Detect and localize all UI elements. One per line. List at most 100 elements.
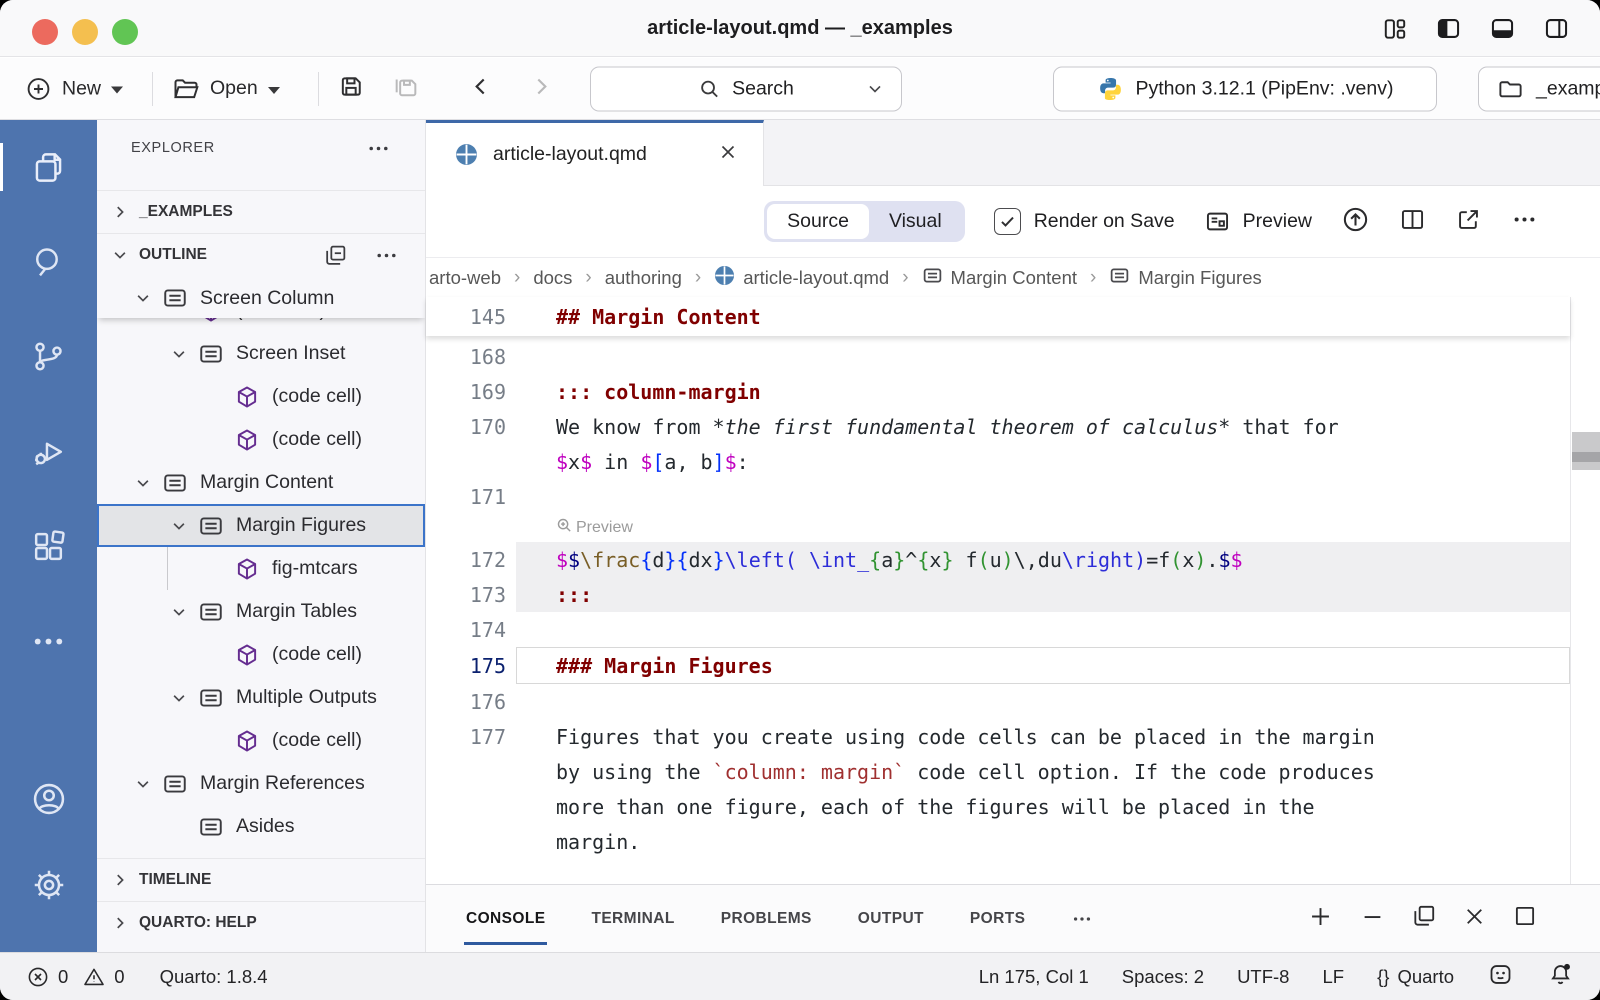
activity-extensions[interactable]	[0, 517, 97, 575]
language-mode-status[interactable]: {} Quarto	[1377, 966, 1454, 988]
tab-article-layout[interactable]: article-layout.qmd	[426, 120, 764, 186]
outline-item-margin-figures[interactable]: Margin Figures	[97, 504, 425, 547]
outline-item-fig-mtcars[interactable]: fig-mtcars	[97, 547, 425, 590]
notifications-button[interactable]	[1547, 961, 1574, 993]
code-line-170[interactable]: 170We know from *the first fundamental t…	[426, 409, 1570, 444]
panel-tab-console[interactable]: CONSOLE	[466, 885, 545, 952]
interpreter-label: Python 3.12.1 (PipEnv: .venv)	[1136, 77, 1394, 100]
more-actions-icon[interactable]	[374, 243, 399, 268]
panel-tab-problems[interactable]: PROBLEMS	[721, 885, 812, 952]
code-line-wrap[interactable]: $x$ in $[a, b]$:	[426, 444, 1570, 479]
code-editor[interactable]: 168169::: column-margin170We know from *…	[426, 339, 1570, 884]
chevron-right-icon	[111, 203, 129, 221]
code-line-wrap[interactable]: margin.	[426, 824, 1570, 859]
render-on-save-checkbox[interactable]	[994, 208, 1021, 235]
outline-item-multiple-outputs[interactable]: Multiple Outputs	[97, 676, 425, 719]
collapse-all-icon[interactable]	[323, 243, 348, 268]
sidebar-section-timeline[interactable]: TIMELINE	[97, 858, 425, 901]
mode-visual-button[interactable]: Visual	[869, 204, 962, 239]
code-line-174[interactable]: 174	[426, 612, 1570, 647]
activity-search[interactable]	[0, 232, 97, 290]
outline-item-margin-content[interactable]: Margin Content	[97, 461, 425, 504]
code-line-177[interactable]: 177Figures that you create using code ce…	[426, 719, 1570, 754]
sidebar-section-quarto-help[interactable]: QUARTO: HELP	[97, 901, 425, 944]
breadcrumb-item-margin-figures[interactable]: Margin Figures	[1109, 265, 1261, 291]
save-all-button[interactable]	[392, 72, 420, 105]
code-line-168[interactable]: 168	[426, 339, 1570, 374]
problems-status[interactable]: 0 0	[26, 965, 125, 989]
activity-account[interactable]	[0, 770, 97, 828]
eol-status[interactable]: LF	[1322, 966, 1344, 988]
code-line-175[interactable]: 175### Margin Figures	[426, 647, 1570, 684]
activity-run-debug[interactable]	[0, 422, 97, 480]
toggle-secondary-sidebar-icon[interactable]	[1543, 15, 1570, 42]
open-external-button[interactable]	[1455, 206, 1482, 238]
code-line-176[interactable]: 176	[426, 684, 1570, 719]
split-editor-button[interactable]	[1399, 206, 1426, 238]
workspace-button[interactable]: _examples	[1478, 66, 1600, 111]
outline-item-asides[interactable]: Asides	[97, 805, 425, 848]
mode-source-button[interactable]: Source	[767, 204, 869, 239]
code-line-wrap[interactable]: more than one figure, each of the figure…	[426, 789, 1570, 824]
save-button[interactable]	[337, 72, 365, 105]
breadcrumb-item-margin-content[interactable]: Margin Content	[922, 265, 1077, 291]
panel-close-button[interactable]	[1462, 904, 1487, 934]
new-button[interactable]: New	[25, 75, 123, 102]
cursor-position-status[interactable]: Ln 175, Col 1	[979, 966, 1089, 988]
customize-layout-icon[interactable]	[1382, 16, 1408, 42]
activity-source-control[interactable]	[0, 327, 97, 385]
encoding-status[interactable]: UTF-8	[1237, 966, 1289, 988]
panel-tab-output[interactable]: OUTPUT	[858, 885, 924, 952]
activity-settings[interactable]	[0, 856, 97, 914]
activity-more[interactable]	[0, 612, 97, 670]
feedback-button[interactable]	[1487, 961, 1514, 993]
panel-maximize-button[interactable]	[1512, 903, 1538, 934]
code-line-173[interactable]: 173:::	[426, 577, 1570, 612]
outline-item-screen-inset[interactable]: Screen Inset	[97, 332, 425, 375]
panel-tab-terminal[interactable]: TERMINAL	[591, 885, 674, 952]
open-button[interactable]: Open	[172, 75, 280, 103]
quarto-version-status[interactable]: Quarto: 1.8.4	[160, 966, 268, 988]
preview-code-lens[interactable]: Preview	[516, 514, 1570, 542]
sidebar-section-outline[interactable]: OUTLINE	[97, 233, 425, 276]
render-publish-button[interactable]	[1341, 205, 1370, 239]
indentation-status[interactable]: Spaces: 2	[1122, 966, 1204, 988]
preview-button[interactable]: Preview	[1204, 208, 1312, 235]
breadcrumb-item-authoring[interactable]: authoring	[605, 267, 682, 289]
breadcrumb-item-arto-web[interactable]: arto-web	[429, 267, 501, 289]
chevron-left-icon	[468, 73, 494, 99]
outline-item-margin-references[interactable]: Margin References	[97, 762, 425, 805]
sticky-code-line[interactable]: 145 ## Margin Content	[426, 297, 1570, 336]
outline-item-margin-tables[interactable]: Margin Tables	[97, 590, 425, 633]
scrollbar-thumb[interactable]	[1572, 432, 1600, 470]
code-line-171[interactable]: 171	[426, 479, 1570, 514]
outline-item--code-cell-[interactable]: (code cell)	[97, 633, 425, 676]
code-line-lens[interactable]: Preview	[426, 514, 1570, 542]
panel-more-tabs[interactable]	[1071, 885, 1093, 952]
editor-scrollbar[interactable]	[1570, 297, 1600, 884]
toggle-primary-sidebar-icon[interactable]	[1435, 15, 1462, 42]
code-line-169[interactable]: 169::: column-margin	[426, 374, 1570, 409]
breadcrumb-item-article-layout-qmd[interactable]: article-layout.qmd	[714, 265, 889, 291]
code-line-172[interactable]: 172$$\frac{d}{dx}\left( \int_{a}^{x} f(u…	[426, 542, 1570, 577]
tab-close-icon[interactable]	[717, 141, 739, 169]
more-actions-icon[interactable]	[366, 136, 391, 161]
outline-sticky-item[interactable]: Screen Column	[97, 278, 425, 318]
panel-tab-ports[interactable]: PORTS	[970, 885, 1025, 952]
panel-restore-button[interactable]	[1411, 903, 1437, 934]
sidebar-section-examples[interactable]: _EXAMPLES	[97, 190, 425, 233]
navigate-forward-button[interactable]	[528, 73, 554, 104]
toggle-panel-icon[interactable]	[1489, 15, 1516, 42]
search-input[interactable]: Search	[590, 66, 902, 111]
navigate-back-button[interactable]	[468, 73, 494, 104]
code-line-wrap[interactable]: by using the `column: margin` code cell …	[426, 754, 1570, 789]
interpreter-selector[interactable]: Python 3.12.1 (PipEnv: .venv)	[1053, 66, 1437, 111]
outline-item--code-cell-[interactable]: (code cell)	[97, 418, 425, 461]
panel-minimize-button[interactable]	[1359, 903, 1386, 935]
outline-item--code-cell-[interactable]: (code cell)	[97, 719, 425, 762]
more-actions-button[interactable]	[1511, 206, 1538, 238]
breadcrumb-item-docs[interactable]: docs	[533, 267, 572, 289]
activity-explorer[interactable]	[0, 138, 97, 196]
panel-new-console-button[interactable]	[1307, 903, 1334, 935]
outline-item--code-cell-[interactable]: (code cell)	[97, 375, 425, 418]
